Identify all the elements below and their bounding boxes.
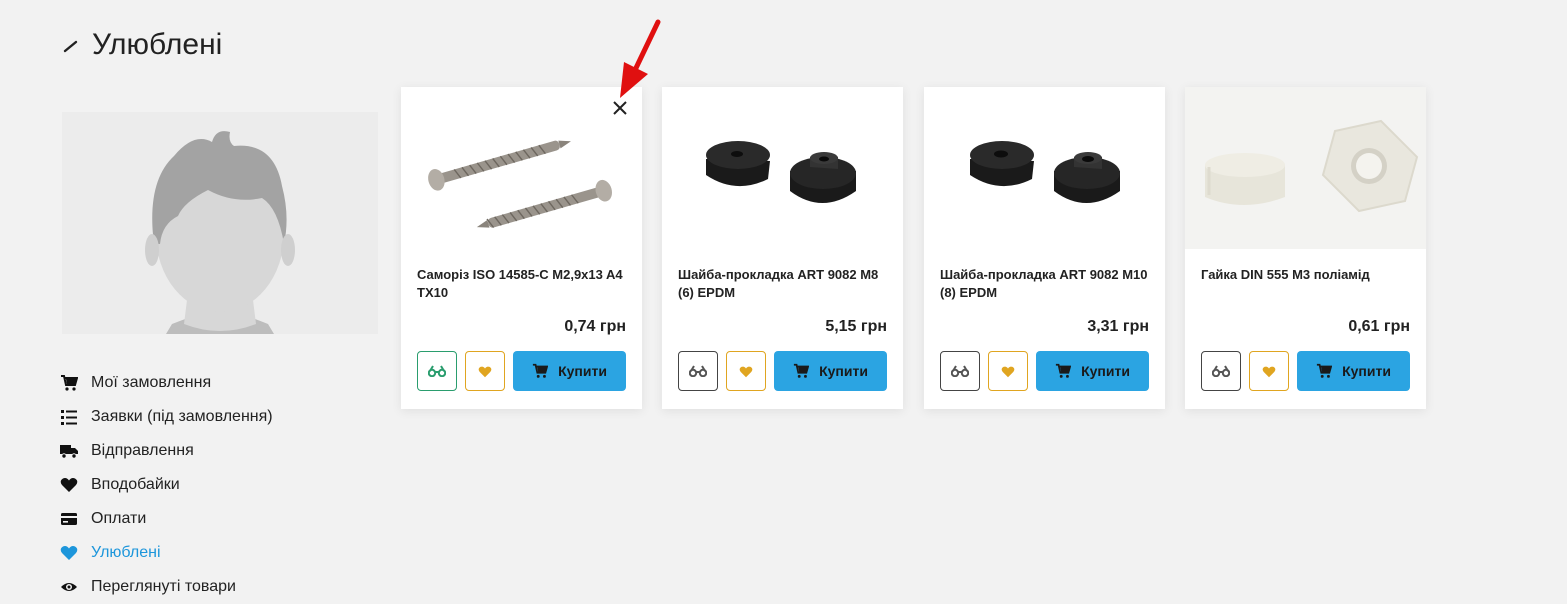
menu-item-label: Мої замовлення <box>91 374 212 391</box>
page-title: Улюблені <box>62 28 222 62</box>
account-menu: Мої замовлення Заявки (під замовлення) В… <box>60 366 273 604</box>
product-price: 0,74 грн <box>564 318 626 335</box>
menu-item-requests[interactable]: Заявки (під замовлення) <box>60 400 273 434</box>
product-name[interactable]: Саморіз ISO 14585-C M2,9x13 A4 TX10 <box>417 266 627 302</box>
product-image[interactable] <box>662 87 903 249</box>
cart-icon <box>532 363 549 378</box>
buy-button-label: Купити <box>558 363 607 379</box>
favorite-button[interactable] <box>1249 351 1289 391</box>
menu-item-shipments[interactable]: Відправлення <box>60 434 273 468</box>
product-card[interactable]: Шайба-прокладка ART 9082 M10 (8) EPDM 3,… <box>924 87 1165 409</box>
product-image[interactable] <box>924 87 1165 249</box>
compare-button[interactable] <box>678 351 718 391</box>
product-name[interactable]: Шайба-прокладка ART 9082 M8 (6) EPDM <box>678 266 888 302</box>
menu-item-likes[interactable]: Вподобайки <box>60 468 273 502</box>
cart-icon <box>60 374 78 392</box>
menu-item-label: Вподобайки <box>91 476 180 493</box>
menu-item-label: Заявки (під замовлення) <box>91 408 273 425</box>
buy-button[interactable]: Купити <box>513 351 626 391</box>
annotation-arrow-icon <box>620 19 661 98</box>
product-image[interactable] <box>1185 87 1426 249</box>
list-icon <box>60 408 78 426</box>
heart-icon <box>60 476 78 494</box>
binoculars-icon <box>689 365 707 377</box>
page-title-text: Улюблені <box>92 28 223 61</box>
binoculars-icon <box>428 365 446 377</box>
product-card[interactable]: Шайба-прокладка ART 9082 M8 (6) EPDM 5,1… <box>662 87 903 409</box>
favorite-button[interactable] <box>988 351 1028 391</box>
menu-item-label: Відправлення <box>91 442 194 459</box>
compare-button[interactable] <box>417 351 457 391</box>
binoculars-icon <box>951 365 969 377</box>
pencil-icon <box>63 40 78 53</box>
product-name[interactable]: Шайба-прокладка ART 9082 M10 (8) EPDM <box>940 266 1150 302</box>
credit-card-icon <box>60 510 78 528</box>
product-name[interactable]: Гайка DIN 555 M3 поліамід <box>1201 266 1411 284</box>
heart-icon <box>1262 366 1276 377</box>
menu-item-payments[interactable]: Оплати <box>60 502 273 536</box>
heart-icon <box>1001 366 1015 377</box>
product-card[interactable]: Гайка DIN 555 M3 поліамід 0,61 грн Купит… <box>1185 87 1426 409</box>
avatar <box>62 112 378 334</box>
favorite-button[interactable] <box>465 351 505 391</box>
product-price: 5,15 грн <box>825 318 887 335</box>
buy-button[interactable]: Купити <box>774 351 887 391</box>
heart-icon <box>60 544 78 562</box>
menu-item-label: Оплати <box>91 510 147 527</box>
menu-item-label: Улюблені <box>91 544 161 561</box>
remove-from-favorites-icon[interactable] <box>612 100 628 116</box>
product-image[interactable] <box>401 87 642 249</box>
buy-button[interactable]: Купити <box>1297 351 1410 391</box>
compare-button[interactable] <box>940 351 980 391</box>
product-card[interactable]: Саморіз ISO 14585-C M2,9x13 A4 TX10 0,74… <box>401 87 642 409</box>
buy-button-label: Купити <box>819 363 868 379</box>
favorite-button[interactable] <box>726 351 766 391</box>
binoculars-icon <box>1212 365 1230 377</box>
truck-icon <box>60 442 78 460</box>
buy-button-label: Купити <box>1342 363 1391 379</box>
heart-icon <box>739 366 753 377</box>
menu-item-orders[interactable]: Мої замовлення <box>60 366 273 400</box>
product-price: 0,61 грн <box>1348 318 1410 335</box>
menu-item-favorites[interactable]: Улюблені <box>60 536 273 570</box>
heart-icon <box>478 366 492 377</box>
compare-button[interactable] <box>1201 351 1241 391</box>
product-price: 3,31 грн <box>1087 318 1149 335</box>
buy-button-label: Купити <box>1081 363 1130 379</box>
cart-icon <box>1055 363 1072 378</box>
eye-icon <box>60 578 78 596</box>
buy-button[interactable]: Купити <box>1036 351 1149 391</box>
menu-item-viewed[interactable]: Переглянуті товари <box>60 570 273 604</box>
menu-item-label: Переглянуті товари <box>91 578 236 595</box>
cart-icon <box>1316 363 1333 378</box>
cart-icon <box>793 363 810 378</box>
